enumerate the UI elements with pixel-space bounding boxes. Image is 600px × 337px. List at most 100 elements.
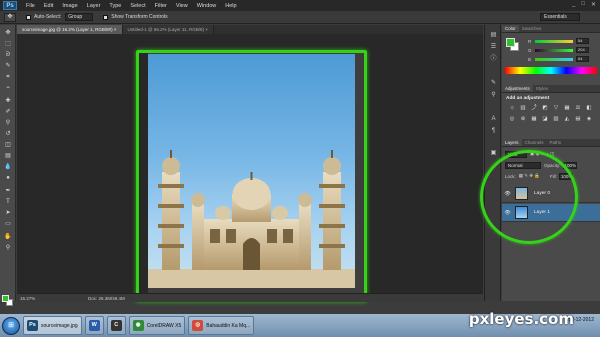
channel-mixer-icon[interactable]: ⊛ [519, 116, 527, 123]
tool-presets-icon[interactable]: ▣ [489, 149, 498, 157]
color-spectrum[interactable] [505, 67, 597, 74]
bw-icon[interactable]: ◧ [585, 105, 593, 112]
stamp-tool-icon[interactable]: ⚲ [3, 119, 13, 128]
menu-file[interactable]: File [26, 3, 35, 9]
history-brush-tool-icon[interactable]: ↺ [3, 130, 13, 139]
taskbar-photoshop[interactable]: Ps sourceimage.jpg [23, 316, 82, 335]
tab-sourceimage[interactable]: sourceimage.jpg @ 16.2% (Layer 1, RGB/8#… [17, 25, 123, 34]
gradient-map-icon[interactable]: ▤ [574, 116, 582, 123]
levels-icon[interactable]: ▥ [519, 105, 527, 112]
quick-select-tool-icon[interactable]: ✎ [3, 62, 13, 71]
slider-r-value[interactable]: 54 [576, 38, 589, 44]
taskbar-app[interactable]: C [106, 316, 126, 335]
tab-styles[interactable]: Styles [533, 85, 551, 92]
maximize-button[interactable]: □ [581, 1, 585, 8]
menu-layer[interactable]: Layer [87, 3, 101, 9]
move-tool-preset-icon[interactable]: ✥ [4, 12, 16, 22]
auto-select-dropdown[interactable]: Group [65, 13, 94, 21]
shape-tool-icon[interactable]: ▭ [3, 220, 13, 229]
slider-b[interactable]: B 54 [528, 56, 598, 62]
zoom-level[interactable]: 16.27% [20, 296, 38, 301]
photo-filter-icon[interactable]: ◎ [508, 116, 516, 123]
slider-g-value[interactable]: 204 [576, 47, 589, 53]
slider-b-value[interactable]: 54 [576, 56, 589, 62]
info-icon[interactable]: ⓘ [489, 55, 498, 63]
menu-filter[interactable]: Filter [155, 3, 167, 9]
color-lookup-icon[interactable]: ▦ [530, 116, 538, 123]
slider-r[interactable]: R 54 [528, 38, 598, 44]
document-tabs: sourceimage.jpg @ 16.2% (Layer 1, RGB/8#… [17, 25, 483, 34]
path-select-tool-icon[interactable]: ➤ [3, 209, 13, 218]
gradient-tool-icon[interactable]: ▤ [3, 152, 13, 161]
slider-g[interactable]: G 204 [528, 47, 598, 53]
properties-icon[interactable]: ☰ [489, 43, 498, 51]
tab-channels[interactable]: Channels [522, 139, 547, 146]
menu-help[interactable]: Help [225, 3, 236, 9]
minimize-button[interactable]: _ [572, 1, 575, 8]
transform-controls-checkbox[interactable] [103, 14, 109, 20]
curves-icon[interactable]: ⤴ [530, 105, 538, 112]
marquee-tool-icon[interactable]: ⬚ [3, 40, 13, 49]
canvas-area[interactable] [17, 34, 483, 302]
menu-window[interactable]: Window [197, 3, 217, 9]
menu-edit[interactable]: Edit [44, 3, 53, 9]
watermark-logo: pxleyes.com [468, 310, 574, 328]
tab-adjustments[interactable]: Adjustments [502, 85, 533, 92]
history-icon[interactable]: ▤ [489, 31, 498, 39]
lasso-tool-icon[interactable]: ᘐ [3, 51, 13, 60]
invert-icon[interactable]: ◪ [541, 116, 549, 123]
brightness-icon[interactable]: ☼ [508, 105, 516, 112]
start-button[interactable]: ⊞ [2, 316, 20, 335]
slider-b-track[interactable] [535, 57, 573, 61]
dodge-tool-icon[interactable]: ● [3, 174, 13, 183]
taskbar-word[interactable]: W [84, 316, 104, 335]
eraser-tool-icon[interactable]: ◫ [3, 141, 13, 150]
highlight-circle [480, 150, 578, 244]
taskbar-coreldraw-label: CorelDRAW X5 [146, 322, 182, 329]
character-icon[interactable]: A [489, 115, 498, 123]
tab-paths[interactable]: Paths [547, 139, 565, 146]
pen-tool-icon[interactable]: ✒ [3, 187, 13, 196]
tab-color[interactable]: Color [502, 25, 519, 32]
balance-icon[interactable]: ⚖ [574, 105, 582, 112]
layers-panel-tabs: Layers Channels Paths [502, 139, 600, 147]
healing-tool-icon[interactable]: ✚ [3, 97, 13, 106]
posterize-icon[interactable]: ▨ [552, 116, 560, 123]
slider-b-label: B [528, 56, 532, 62]
exposure-icon[interactable]: ◩ [541, 105, 549, 112]
taskbar-coreldraw[interactable]: ◉ CorelDRAW X5 [128, 316, 186, 335]
crop-tool-icon[interactable]: ⌗ [3, 73, 13, 82]
color-panel: Color Swatches R 54 G 204 B 54 [502, 25, 600, 83]
clone-source-icon[interactable]: ⚲ [489, 91, 498, 99]
foreground-color-swatch[interactable] [2, 295, 9, 302]
menu-select[interactable]: Select [130, 3, 145, 9]
tab-swatches[interactable]: Swatches [519, 25, 545, 32]
color-fg-swatch[interactable] [506, 38, 515, 47]
auto-select-checkbox[interactable] [26, 14, 31, 20]
tab-untitled[interactable]: Untitled-1 @ 66.2% (Layer 11, RGB/8) × [122, 25, 214, 34]
workspace-dropdown[interactable]: Essentials [540, 13, 580, 21]
slider-g-track[interactable] [535, 48, 573, 52]
hue-icon[interactable]: ▦ [563, 105, 571, 112]
paragraph-icon[interactable]: ¶ [489, 127, 498, 135]
slider-r-track[interactable] [535, 39, 573, 43]
menu-image[interactable]: Image [62, 3, 77, 9]
close-button[interactable]: ✕ [591, 1, 596, 8]
tab-layers[interactable]: Layers [502, 139, 522, 146]
brush-tool-icon[interactable]: ✐ [3, 108, 13, 117]
selective-color-icon[interactable]: ◈ [585, 116, 593, 123]
menu-view[interactable]: View [176, 3, 188, 9]
hand-tool-icon[interactable]: ✋ [3, 233, 13, 242]
threshold-icon[interactable]: ◭ [563, 116, 571, 123]
brush-preset-icon[interactable]: ✎ [489, 79, 498, 87]
zoom-tool-icon[interactable]: ⚲ [3, 244, 13, 253]
vibrance-icon[interactable]: ▽ [552, 105, 560, 112]
window-controls: _ □ ✕ [572, 1, 596, 8]
taskbar-chrome[interactable]: ◎ Bahauddin Ka Mq... [188, 316, 255, 335]
menu-type[interactable]: Type [109, 3, 121, 9]
type-tool-icon[interactable]: T [3, 198, 13, 207]
slider-r-label: R [528, 38, 532, 44]
move-tool-icon[interactable]: ✥ [3, 29, 13, 38]
blur-tool-icon[interactable]: 💧 [3, 163, 13, 172]
eyedropper-tool-icon[interactable]: ⌁ [3, 84, 13, 93]
